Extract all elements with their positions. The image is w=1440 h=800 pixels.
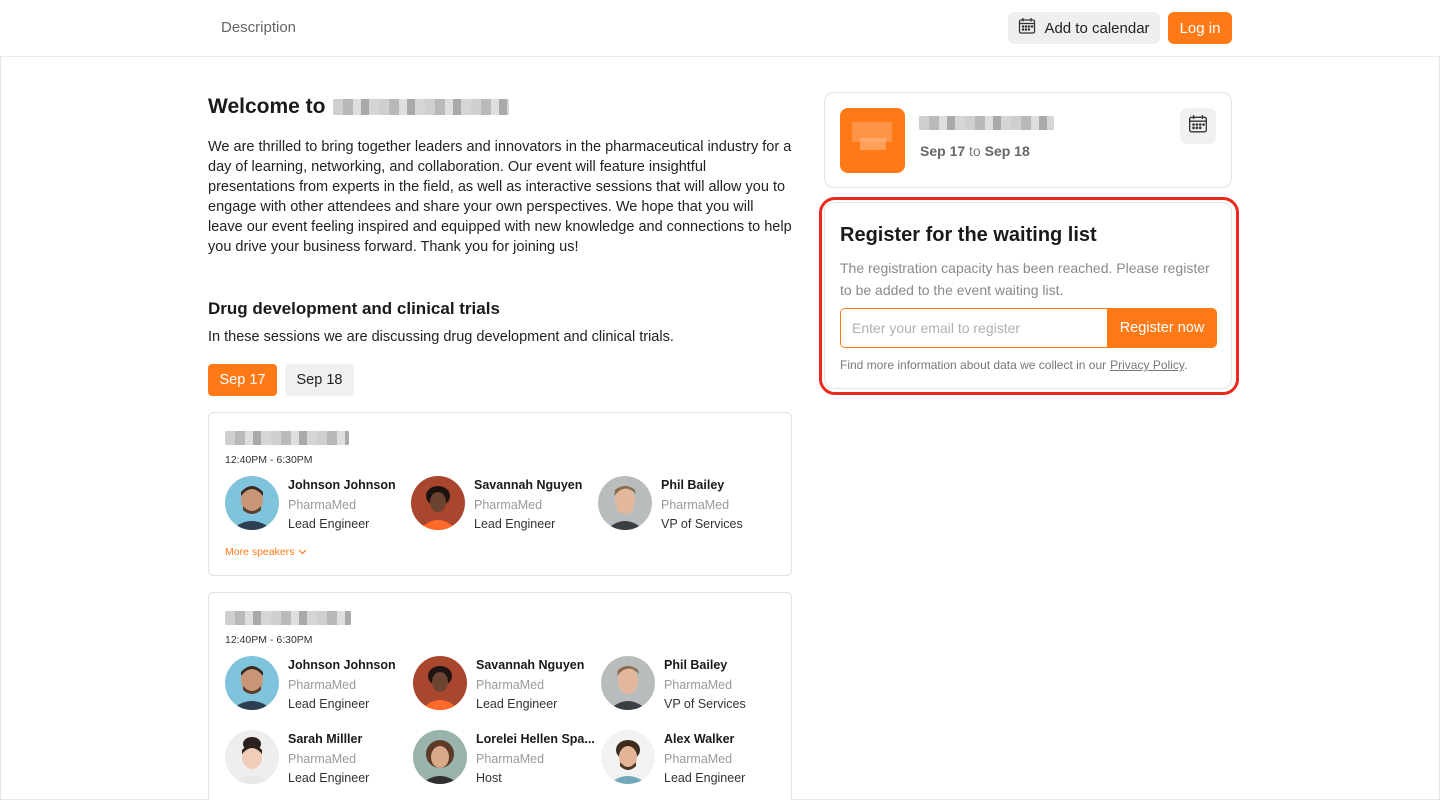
avatar [225,656,279,710]
speaker-name: Johnson Johnson [288,478,396,492]
speaker-org: PharmaMed [661,498,730,512]
speaker-org: PharmaMed [288,678,357,692]
nav-description-link[interactable]: Description [221,19,296,36]
intro-paragraph: We are thrilled to bring together leader… [208,139,792,255]
speaker-role: VP of Services [664,697,746,711]
speaker-org: PharmaMed [476,752,545,766]
avatar [413,656,467,710]
session-card: 12:40PM - 6:30PM Johnson Johnson PharmaM… [208,592,792,800]
avatar [598,476,652,530]
speaker-role: Lead Engineer [474,517,556,531]
event-thumbnail [840,108,905,173]
speaker-role: Lead Engineer [288,771,370,785]
speaker-role: VP of Services [661,517,743,531]
speaker-role: Lead Engineer [476,697,558,711]
section-description: In these sessions we are discussing drug… [208,329,674,345]
more-speakers-link[interactable]: More speakers [225,546,307,558]
speaker-name: Savannah Nguyen [474,478,583,492]
event-dates: Sep 17 to Sep 18 [920,143,1030,159]
event-calendar-button[interactable] [1180,108,1216,144]
speaker-card[interactable]: Savannah Nguyen PharmaMed Lead Engineer [413,656,593,712]
highlight-outline [819,197,1239,395]
speaker-name: Lorelei Hellen Spa... [476,732,595,746]
redacted-event-title [919,116,1054,130]
day-tab-sep-18[interactable]: Sep 18 [285,364,354,396]
event-date-end: Sep 18 [984,143,1030,159]
speaker-org: PharmaMed [288,498,357,512]
add-to-calendar-button[interactable]: Add to calendar [1008,12,1160,44]
speaker-name: Johnson Johnson [288,658,396,672]
calendar-icon [1188,114,1208,139]
avatar [413,730,467,784]
speaker-card[interactable]: Phil Bailey PharmaMed VP of Services [598,476,778,532]
top-bar: Description Add to calendar Log in [0,0,1440,57]
redacted-session-title [225,431,349,445]
speaker-card[interactable]: Lorelei Hellen Spa... PharmaMed Host [413,730,595,786]
speaker-org: PharmaMed [474,498,543,512]
day-tab-sep-17[interactable]: Sep 17 [208,364,277,396]
more-speakers-label: More speakers [225,546,295,558]
avatar [411,476,465,530]
redacted-event-name [333,99,510,115]
event-date-start: Sep 17 [920,143,966,159]
speaker-name: Phil Bailey [664,658,728,672]
speaker-name: Sarah Milller [288,732,363,746]
speaker-card[interactable]: Alex Walker PharmaMed Lead Engineer [601,730,781,786]
speaker-card[interactable]: Sarah Milller PharmaMed Lead Engineer [225,730,405,786]
speaker-name: Alex Walker [664,732,735,746]
session-card: 12:40PM - 6:30PM Johnson Johnson PharmaM… [208,412,792,576]
redacted-session-title [225,611,351,625]
avatar [225,730,279,784]
add-to-calendar-label: Add to calendar [1044,19,1150,37]
speaker-card[interactable]: Johnson Johnson PharmaMed Lead Engineer [225,476,405,532]
speaker-card[interactable]: Phil Bailey PharmaMed VP of Services [601,656,781,712]
speaker-org: PharmaMed [288,752,357,766]
avatar [225,476,279,530]
speaker-role: Lead Engineer [288,517,370,531]
avatar [601,656,655,710]
speaker-name: Savannah Nguyen [476,658,585,672]
session-time: 12:40PM - 6:30PM [225,454,313,466]
welcome-heading: Welcome to [208,95,510,119]
welcome-title: Welcome to [208,95,326,118]
speaker-card[interactable]: Savannah Nguyen PharmaMed Lead Engineer [411,476,591,532]
chevron-down-icon [298,546,307,558]
speaker-org: PharmaMed [664,752,733,766]
login-button[interactable]: Log in [1168,12,1232,44]
event-summary-card: Sep 17 to Sep 18 [824,92,1232,188]
avatar [601,730,655,784]
event-date-separator: to [969,143,981,159]
session-time: 12:40PM - 6:30PM [225,634,313,646]
section-title: Drug development and clinical trials [208,299,500,318]
speaker-name: Phil Bailey [661,478,725,492]
speaker-org: PharmaMed [476,678,545,692]
calendar-icon [1018,17,1036,39]
speaker-org: PharmaMed [664,678,733,692]
speaker-role: Host [476,771,502,785]
speaker-role: Lead Engineer [664,771,746,785]
speaker-card[interactable]: Johnson Johnson PharmaMed Lead Engineer [225,656,405,712]
speaker-role: Lead Engineer [288,697,370,711]
